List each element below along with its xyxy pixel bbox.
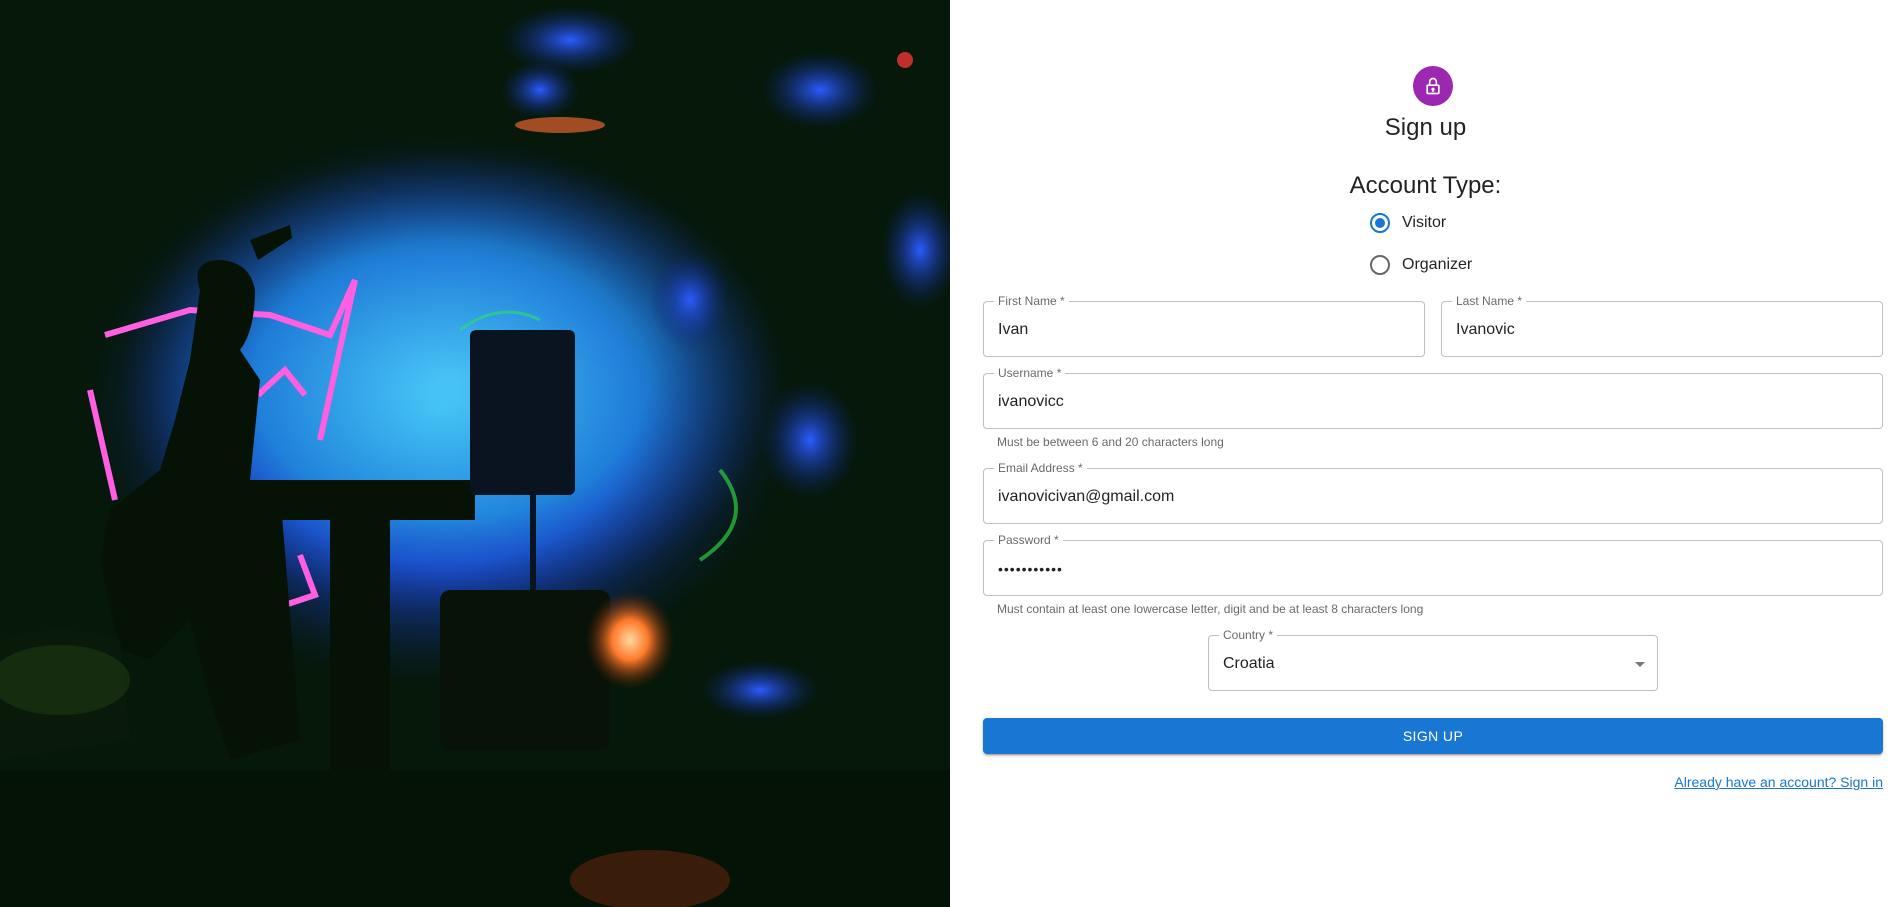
concert-photo-illustration [0, 0, 950, 907]
username-field[interactable]: Username * ivanovicc [983, 366, 1883, 429]
password-value: ••••••••••• [998, 561, 1063, 577]
email-field[interactable]: Email Address * ivanovicivan@gmail.com [983, 461, 1883, 524]
password-helper-text: Must contain at least one lowercase lett… [997, 602, 1424, 616]
radio-visitor-label: Visitor [1402, 214, 1447, 231]
last-name-field[interactable]: Last Name * Ivanovic [1441, 294, 1883, 357]
page-title: Sign up [1384, 114, 1467, 141]
account-type-label: Account Type: [1349, 172, 1502, 199]
lock-icon [1426, 77, 1440, 95]
radio-visitor[interactable]: Visitor [1370, 203, 1446, 243]
radio-organizer-label: Organizer [1402, 256, 1473, 273]
signup-panel: Sign up Account Type: Visitor Organizer … [950, 0, 1901, 907]
username-helper-text: Must be between 6 and 20 characters long [997, 435, 1224, 449]
password-field[interactable]: Password * ••••••••••• [983, 533, 1883, 596]
sign-up-button[interactable]: SIGN UP [983, 718, 1883, 754]
chevron-down-icon[interactable] [1635, 662, 1645, 667]
avatar [1413, 66, 1453, 106]
country-select[interactable]: Country * Croatia [1208, 628, 1658, 691]
first-name-value: Ivan [998, 321, 1029, 338]
background-photo [0, 0, 950, 907]
email-value: ivanovicivan@gmail.com [998, 488, 1175, 505]
radio-organizer[interactable]: Organizer [1370, 245, 1472, 285]
last-name-value: Ivanovic [1456, 321, 1515, 338]
country-value: Croatia [1223, 655, 1275, 672]
first-name-field[interactable]: First Name * Ivan [983, 294, 1425, 357]
radio-organizer-button[interactable] [1370, 255, 1390, 275]
username-value: ivanovicc [998, 393, 1064, 410]
radio-visitor-button[interactable] [1370, 213, 1390, 233]
sign-in-link[interactable]: Already have an account? Sign in [1674, 774, 1883, 790]
